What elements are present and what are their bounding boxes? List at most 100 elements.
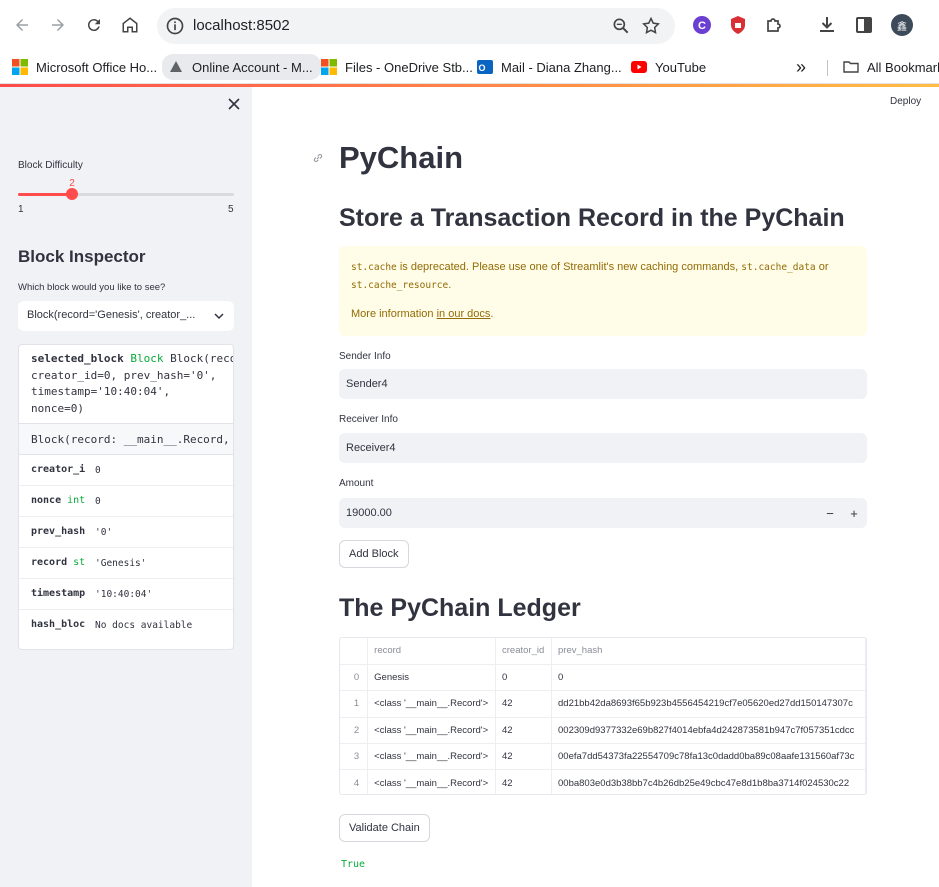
extension-shield-icon[interactable] — [727, 14, 749, 36]
address-bar[interactable]: localhost:8502 — [157, 8, 675, 44]
bookmark-onedrive[interactable]: Files - OneDrive Stb... — [321, 56, 473, 78]
reload-button[interactable] — [81, 12, 107, 38]
table-row[interactable]: 1 <class '__main__.Record'> 42 dd21bb42d… — [340, 690, 866, 718]
cell-record[interactable]: <class '__main__.Record'> — [367, 769, 497, 794]
extension-c-icon[interactable]: C — [691, 14, 713, 36]
row-index: 2 — [340, 717, 369, 745]
download-icon[interactable] — [816, 14, 838, 36]
member-value: 0 — [95, 465, 101, 476]
help-members: creator_ic 0 nonce int 0 prev_hash '0' reco… — [19, 455, 233, 641]
site-info-icon[interactable] — [165, 16, 185, 36]
cell-creator-id[interactable]: 42 — [495, 769, 553, 794]
cell-creator-id[interactable]: 0 — [495, 664, 553, 692]
ledger-table[interactable]: record creator_id prev_hash 0 Genesis 0 … — [339, 637, 867, 795]
cell-record[interactable]: Genesis — [367, 664, 497, 692]
url-text[interactable]: localhost:8502 — [193, 17, 290, 34]
table-row[interactable]: 2 <class '__main__.Record'> 42 002309d93… — [340, 717, 866, 745]
inspector-question: Which block would you like to see? — [18, 282, 166, 293]
cell-record[interactable]: <class '__main__.Record'> — [367, 717, 497, 745]
zoom-icon[interactable] — [611, 16, 631, 36]
back-button[interactable] — [9, 12, 35, 38]
warning-code-1: st.cache — [351, 262, 397, 273]
member-value: No docs available — [95, 620, 193, 631]
extensions-puzzle-icon[interactable] — [763, 14, 785, 36]
table-row[interactable]: 0 Genesis 0 0 — [340, 664, 866, 692]
validate-chain-button[interactable]: Validate Chain — [339, 814, 430, 842]
warning-more-prefix: More information — [351, 308, 437, 320]
amount-input[interactable]: 19000.00 − + — [339, 498, 867, 528]
svg-text:C: C — [698, 20, 706, 32]
help-member-row: hash_block No docs available — [19, 610, 233, 641]
decrement-button[interactable]: − — [819, 498, 841, 528]
cell-record[interactable]: <class '__main__.Record'> — [367, 690, 497, 718]
table-row[interactable]: 4 <class '__main__.Record'> 42 00ba803e0… — [340, 769, 866, 794]
add-block-button[interactable]: Add Block — [339, 540, 409, 568]
home-icon — [122, 17, 138, 33]
cell-record[interactable]: <class '__main__.Record'> — [367, 743, 497, 771]
home-button[interactable] — [117, 12, 143, 38]
column-header-creator-id[interactable]: creator_id — [495, 638, 553, 665]
member-value: '10:40:04' — [95, 589, 153, 600]
cell-prev-hash[interactable]: 0 — [551, 664, 866, 692]
cell-creator-id[interactable]: 42 — [495, 717, 553, 745]
slider-thumb[interactable] — [66, 188, 78, 200]
outlook-icon: O — [477, 60, 493, 74]
cell-creator-id[interactable]: 42 — [495, 690, 553, 718]
member-name: timestamp — [31, 588, 85, 599]
bookmark-youtube[interactable]: YouTube — [631, 56, 706, 78]
help-member-row: nonce int 0 — [19, 486, 233, 517]
cell-prev-hash[interactable]: 00ba803e0d3b38bb7c4b26db25e49cbc47e8d1b8… — [551, 769, 866, 794]
warning-more-suffix: . — [490, 308, 494, 320]
bookmark-microsoft-office[interactable]: Microsoft Office Ho... — [12, 56, 157, 78]
side-panel-icon[interactable] — [853, 14, 875, 36]
help-repr-3: timestamp='10:40:04', — [31, 385, 171, 398]
bookmark-label: Microsoft Office Ho... — [36, 59, 158, 75]
profile-avatar[interactable]: 鑫 — [891, 14, 913, 36]
slider-max: 5 — [228, 204, 234, 215]
table-header-row: record creator_id prev_hash — [340, 638, 866, 665]
bookmark-mail[interactable]: O Mail - Diana Zhang... — [477, 56, 622, 78]
deploy-button[interactable]: Deploy — [890, 96, 921, 107]
cell-creator-id[interactable]: 42 — [495, 743, 553, 771]
member-type: str — [73, 557, 85, 568]
all-bookmarks[interactable]: All Bookmarks — [843, 56, 939, 78]
help-doc: Block(record: __main__.Record, c — [19, 423, 233, 455]
account-icon — [170, 61, 182, 72]
reload-icon — [87, 19, 100, 32]
bookmarks-divider — [827, 60, 828, 76]
block-select[interactable]: Block(record='Genesis', creator_... — [18, 301, 234, 331]
amount-value[interactable]: 19000.00 — [346, 507, 392, 519]
close-sidebar-icon[interactable] — [226, 96, 242, 112]
block-select-value: Block(record='Genesis', creator_... — [27, 309, 196, 321]
receiver-input[interactable]: Receiver4 — [339, 433, 867, 463]
bookmarks-overflow-button[interactable]: » — [796, 56, 806, 78]
increment-button[interactable]: + — [843, 498, 865, 528]
receiver-label: Receiver Info — [339, 414, 398, 425]
cell-prev-hash[interactable]: 00efa7dd54373fa22554709c78fa13c0dadd0ba8… — [551, 743, 866, 771]
forward-arrow-icon — [52, 19, 64, 31]
docs-link[interactable]: in our docs — [437, 308, 491, 320]
cell-prev-hash[interactable]: 002309d9377332e69b827f4014ebfa4d24287358… — [551, 717, 866, 745]
column-header-prev-hash[interactable]: prev_hash — [551, 638, 866, 665]
bookmark-star-icon[interactable] — [641, 16, 661, 36]
validation-result: True — [341, 859, 366, 870]
sender-input[interactable]: Sender4 — [339, 369, 867, 399]
help-var-name: selected_block — [31, 352, 124, 365]
page-title: PyChain — [339, 140, 464, 175]
row-index: 0 — [340, 664, 369, 692]
warning-text-3: . — [448, 279, 452, 291]
inspector-title: Block Inspector — [18, 247, 146, 266]
bookmark-online-account[interactable]: Online Account - M... — [162, 54, 321, 80]
table-row[interactable]: 3 <class '__main__.Record'> 42 00efa7dd5… — [340, 743, 866, 771]
column-header-record[interactable]: record — [367, 638, 497, 665]
member-type: int — [67, 495, 85, 506]
ledger-heading: The PyChain Ledger — [339, 594, 581, 622]
cell-prev-hash[interactable]: dd21bb42da8693f65b923b4556454219cf7e0562… — [551, 690, 866, 718]
anchor-link-icon[interactable] — [312, 152, 324, 164]
help-member-row: record str 'Genesis' — [19, 548, 233, 579]
difficulty-slider[interactable]: 2 — [18, 178, 234, 200]
youtube-icon — [631, 61, 647, 73]
column-header-index[interactable] — [340, 638, 369, 665]
forward-button[interactable] — [45, 12, 71, 38]
row-index: 1 — [340, 690, 369, 718]
